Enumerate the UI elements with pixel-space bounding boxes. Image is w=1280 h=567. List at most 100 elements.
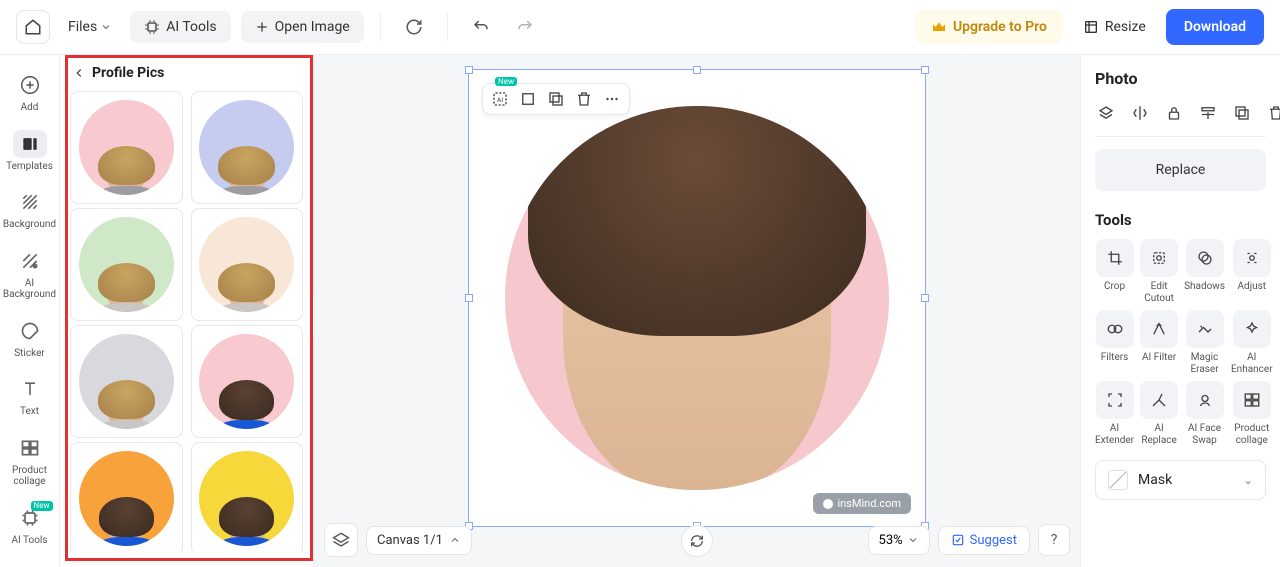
tool-product-collage[interactable]: Product collage [1231, 381, 1273, 446]
refresh-canvas-button[interactable] [681, 525, 713, 557]
duplicate-button[interactable] [547, 90, 565, 108]
tool-filters[interactable]: Filters [1095, 310, 1134, 375]
tool-ai-filter[interactable]: AI Filter [1140, 310, 1178, 375]
template-thumb-3[interactable] [191, 208, 304, 321]
replace-button[interactable]: Replace [1095, 149, 1266, 191]
tool-label: Adjust [1238, 281, 1267, 303]
tool-ai-face-swap[interactable]: AI Face Swap [1184, 381, 1225, 446]
rail-item-templates[interactable]: Templates [3, 124, 57, 181]
suggest-button[interactable]: Suggest [938, 526, 1030, 555]
canvas-pager[interactable]: Canvas 1/1 [366, 526, 472, 555]
avatar-circle [199, 334, 294, 429]
rail-item-product-collage[interactable]: Product collage [3, 428, 57, 496]
rail-item-ai-tools[interactable]: New AI Tools [3, 498, 57, 555]
tool-icon [1186, 239, 1224, 277]
left-rail: Add Templates Background AI Background S… [0, 55, 60, 567]
handle-ml[interactable] [465, 294, 473, 302]
layer-order-button[interactable] [1097, 104, 1115, 122]
mask-control[interactable]: Mask ⌄ [1095, 460, 1266, 500]
tool-icon [1186, 310, 1224, 348]
delete-layer-button[interactable] [1267, 104, 1280, 122]
tool-shadows[interactable]: Shadows [1184, 239, 1225, 304]
tool-label: AI Filter [1142, 352, 1176, 374]
chevron-left-icon[interactable] [72, 66, 86, 80]
home-button[interactable] [16, 10, 50, 44]
open-image-button[interactable]: Open Image [241, 11, 364, 43]
stack-icon [1097, 104, 1115, 122]
handle-tr[interactable] [921, 66, 929, 74]
svg-text:AI: AI [497, 96, 503, 104]
panel-title: Profile Pics [92, 65, 164, 81]
rail-label: Add [21, 102, 39, 114]
avatar-circle [199, 217, 294, 312]
layers-button[interactable] [324, 523, 358, 557]
zoom-label: 53% [879, 533, 903, 548]
more-button[interactable] [603, 90, 621, 108]
sync-button[interactable] [397, 10, 431, 44]
flip-icon [1131, 104, 1149, 122]
template-thumb-7[interactable] [191, 442, 304, 551]
flip-button[interactable] [1131, 104, 1149, 122]
tool-icon [1140, 381, 1178, 419]
template-thumb-6[interactable] [70, 442, 183, 551]
redo-button[interactable] [508, 10, 542, 44]
duplicate-layer-button[interactable] [1233, 104, 1251, 122]
delete-button[interactable] [575, 90, 593, 108]
tool-adjust[interactable]: Adjust [1231, 239, 1273, 304]
trash-icon [1267, 104, 1280, 122]
tool-ai-enhancer[interactable]: AI Enhancer [1231, 310, 1273, 375]
tool-ai-replace[interactable]: AI Replace [1140, 381, 1178, 446]
zoom-control[interactable]: 53% [868, 526, 930, 555]
rail-label: AI Background [3, 278, 56, 301]
rail-item-add[interactable]: Add [3, 65, 57, 122]
template-thumb-5[interactable] [191, 325, 304, 438]
redo-icon [516, 18, 534, 36]
template-thumb-1[interactable] [191, 91, 304, 204]
photo-heading: Photo [1095, 69, 1266, 88]
divider [380, 13, 381, 41]
tool-label: Shadows [1184, 281, 1225, 303]
undo-button[interactable] [464, 10, 498, 44]
tool-label: Crop [1104, 281, 1125, 303]
tool-edit-cutout[interactable]: Edit Cutout [1140, 239, 1178, 304]
tool-ai-extender[interactable]: AI Extender [1095, 381, 1134, 446]
artboard[interactable]: insMind.com [468, 69, 926, 527]
rail-label: Templates [6, 161, 53, 173]
text-icon [20, 379, 40, 399]
download-button[interactable]: Download [1166, 9, 1264, 45]
template-thumb-2[interactable] [70, 208, 183, 321]
rail-label: AI Tools [11, 535, 47, 547]
rail-item-text[interactable]: Text [3, 369, 57, 426]
align-button[interactable] [1199, 104, 1217, 122]
canvas-subject-hair-placeholder [528, 106, 865, 336]
handle-mr[interactable] [921, 294, 929, 302]
help-button[interactable]: ? [1038, 524, 1070, 556]
home-icon [24, 18, 42, 36]
files-dropdown[interactable]: Files [60, 13, 120, 41]
tool-magic-eraser[interactable]: Magic Eraser [1184, 310, 1225, 375]
tools-heading: Tools [1095, 211, 1266, 229]
plus-circle-icon [19, 74, 41, 96]
open-image-label: Open Image [275, 19, 350, 35]
lock-button[interactable] [1165, 104, 1183, 122]
ai-tools-button[interactable]: AI Tools [130, 11, 230, 43]
crop-tool-button[interactable] [519, 90, 537, 108]
tool-icon [1096, 239, 1134, 277]
upgrade-label: Upgrade to Pro [953, 19, 1047, 35]
rail-item-ai-background[interactable]: AI Background [3, 241, 57, 309]
rail-item-background[interactable]: Background [3, 182, 57, 239]
template-thumb-0[interactable] [70, 91, 183, 204]
resize-button[interactable]: Resize [1073, 13, 1156, 41]
copy-icon [547, 90, 565, 108]
template-thumb-4[interactable] [70, 325, 183, 438]
tool-crop[interactable]: Crop [1095, 239, 1134, 304]
ai-tools-icon [20, 508, 40, 528]
handle-tm[interactable] [693, 66, 701, 74]
rail-item-sticker[interactable]: Sticker [3, 311, 57, 368]
canvas-stage: New AI insMind.com [314, 55, 1080, 567]
handle-tl[interactable] [465, 66, 473, 74]
templates-icon [20, 134, 40, 154]
ai-cutout-button[interactable]: AI [491, 90, 509, 108]
upgrade-button[interactable]: Upgrade to Pro [915, 10, 1063, 44]
resize-icon [1083, 19, 1099, 35]
